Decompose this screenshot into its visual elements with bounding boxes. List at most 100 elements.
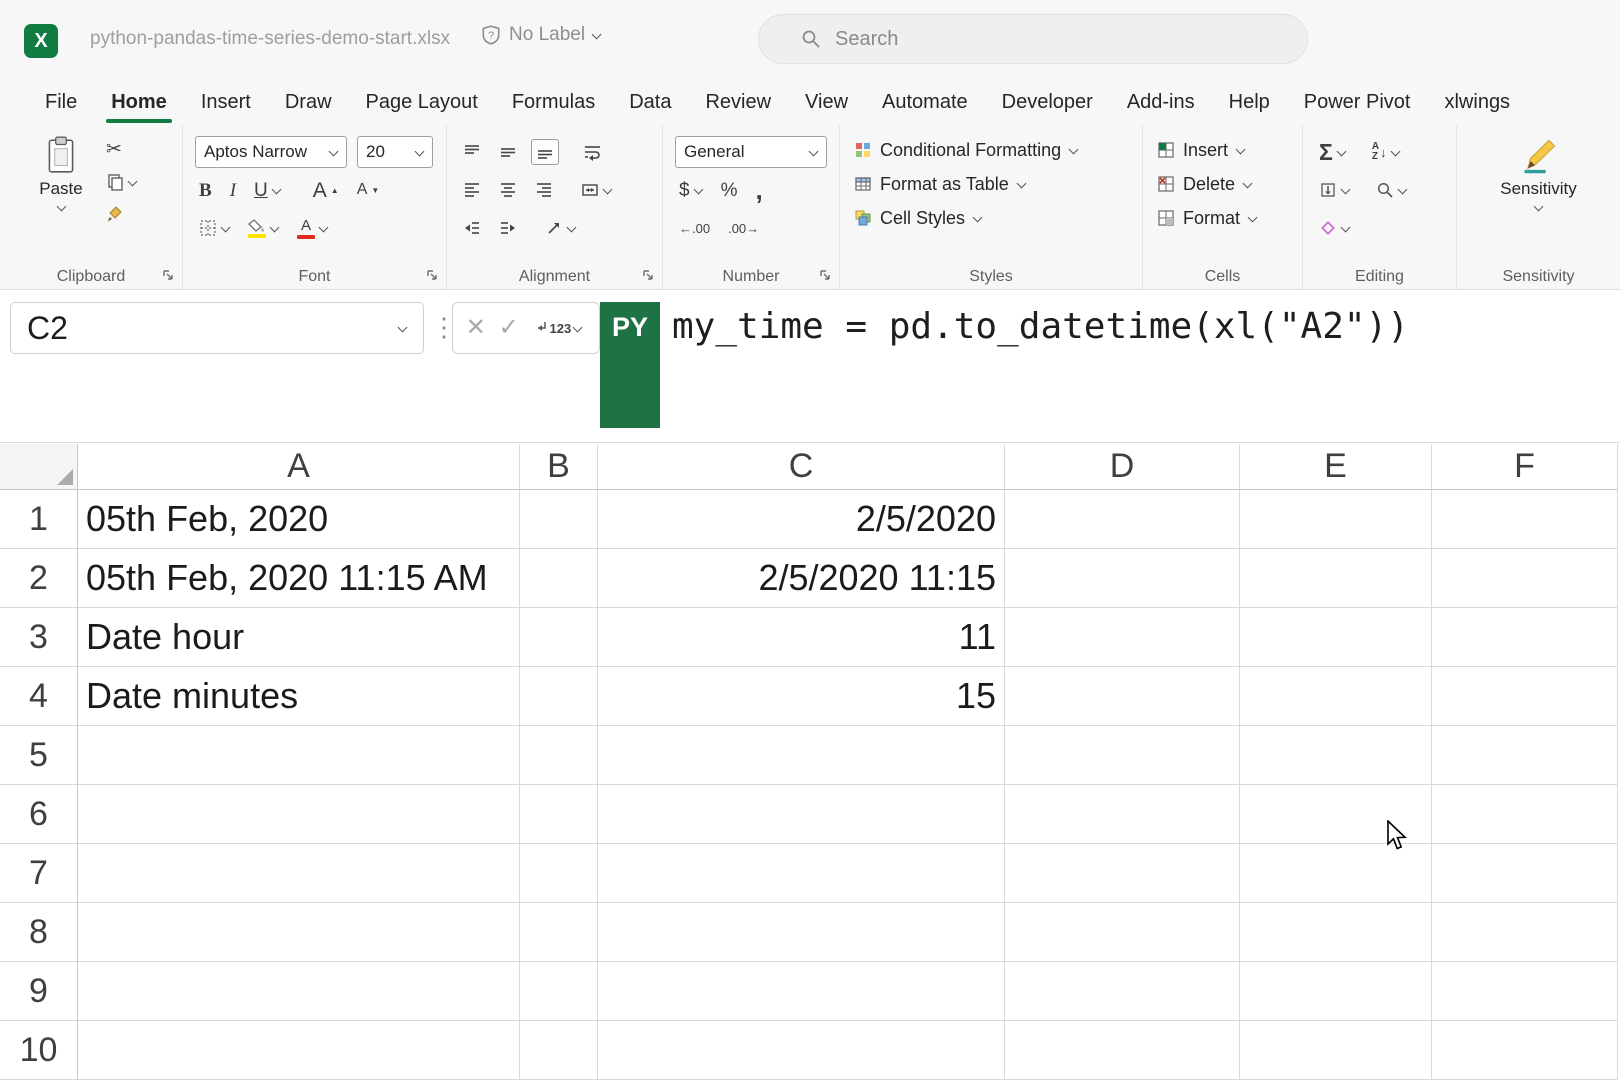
python-output-type-button[interactable]: 123 <box>532 318 587 339</box>
tab-insert[interactable]: Insert <box>184 80 268 125</box>
tab-developer[interactable]: Developer <box>985 80 1110 125</box>
fill-color-button[interactable] <box>244 216 283 241</box>
cell-F4[interactable] <box>1432 667 1618 726</box>
accounting-format-button[interactable]: $ <box>675 178 707 203</box>
cell-C7[interactable] <box>598 844 1005 903</box>
enter-icon[interactable]: ✓ <box>499 316 519 340</box>
fill-button[interactable] <box>1315 178 1354 202</box>
cell-F9[interactable] <box>1432 962 1618 1021</box>
cell-C3[interactable]: 11 <box>598 608 1005 667</box>
cancel-icon[interactable]: ✕ <box>466 316 486 340</box>
cell-E9[interactable] <box>1240 962 1432 1021</box>
cell-B8[interactable] <box>520 903 598 962</box>
row-header-6[interactable]: 6 <box>0 785 78 844</box>
cell-C5[interactable] <box>598 726 1005 785</box>
cell-A8[interactable] <box>78 903 520 962</box>
delete-cells-button[interactable]: Delete <box>1143 167 1302 201</box>
cell-A1[interactable]: 05th Feb, 2020 <box>78 490 520 549</box>
merge-center-button[interactable] <box>577 178 616 202</box>
borders-button[interactable] <box>195 216 234 240</box>
tab-add-ins[interactable]: Add-ins <box>1110 80 1212 125</box>
format-painter-button[interactable] <box>102 202 141 226</box>
cell-E3[interactable] <box>1240 608 1432 667</box>
orientation-button[interactable] <box>541 216 580 240</box>
cell-B10[interactable] <box>520 1021 598 1080</box>
cell-D10[interactable] <box>1005 1021 1240 1080</box>
percent-style-button[interactable]: % <box>717 178 742 203</box>
tab-home[interactable]: Home <box>94 80 184 125</box>
bold-button[interactable]: B <box>195 178 216 203</box>
alignment-dialog-launcher[interactable] <box>642 269 655 282</box>
cell-B1[interactable] <box>520 490 598 549</box>
tab-review[interactable]: Review <box>688 80 788 125</box>
format-cells-button[interactable]: Format <box>1143 201 1302 235</box>
cell-B2[interactable] <box>520 549 598 608</box>
cell-B7[interactable] <box>520 844 598 903</box>
cell-A5[interactable] <box>78 726 520 785</box>
increase-indent-button[interactable] <box>495 216 521 240</box>
increase-decimal-button[interactable]: ←.00 <box>675 218 714 239</box>
align-center-button[interactable] <box>495 178 521 202</box>
cell-A6[interactable] <box>78 785 520 844</box>
number-format-combo[interactable]: General <box>675 136 827 168</box>
row-header-10[interactable]: 10 <box>0 1021 78 1080</box>
cell-F1[interactable] <box>1432 490 1618 549</box>
cell-D9[interactable] <box>1005 962 1240 1021</box>
format-as-table-button[interactable]: Format as Table <box>840 167 1142 201</box>
tab-data[interactable]: Data <box>612 80 688 125</box>
cell-D8[interactable] <box>1005 903 1240 962</box>
find-select-button[interactable] <box>1372 178 1411 202</box>
cell-A7[interactable] <box>78 844 520 903</box>
autosum-button[interactable]: Σ <box>1315 138 1350 167</box>
row-header-3[interactable]: 3 <box>0 608 78 667</box>
align-right-button[interactable] <box>531 178 557 202</box>
tab-xlwings[interactable]: xlwings <box>1427 80 1527 125</box>
tab-formulas[interactable]: Formulas <box>495 80 612 125</box>
wrap-text-button[interactable] <box>579 140 606 164</box>
row-header-8[interactable]: 8 <box>0 903 78 962</box>
cell-A9[interactable] <box>78 962 520 1021</box>
tab-automate[interactable]: Automate <box>865 80 985 125</box>
cell-C1[interactable]: 2/5/2020 <box>598 490 1005 549</box>
cell-E1[interactable] <box>1240 490 1432 549</box>
cell-C2[interactable]: 2/5/2020 11:15 <box>598 549 1005 608</box>
number-dialog-launcher[interactable] <box>819 269 832 282</box>
tab-draw[interactable]: Draw <box>268 80 349 125</box>
sort-filter-button[interactable]: AZ ↓ <box>1368 139 1404 165</box>
decrease-font-size-button[interactable]: A ▼ <box>353 179 384 201</box>
cell-E8[interactable] <box>1240 903 1432 962</box>
cell-D3[interactable] <box>1005 608 1240 667</box>
font-dialog-launcher[interactable] <box>426 269 439 282</box>
column-header-C[interactable]: C <box>598 444 1005 490</box>
decrease-decimal-button[interactable]: .00→ <box>724 218 763 239</box>
cell-E4[interactable] <box>1240 667 1432 726</box>
cell-C4[interactable]: 15 <box>598 667 1005 726</box>
cell-A2[interactable]: 05th Feb, 2020 11:15 AM <box>78 549 520 608</box>
align-middle-button[interactable] <box>495 140 521 164</box>
row-header-4[interactable]: 4 <box>0 667 78 726</box>
clear-button[interactable] <box>1315 216 1354 240</box>
cell-C10[interactable] <box>598 1021 1005 1080</box>
search-box[interactable]: Search <box>758 14 1308 64</box>
cell-B3[interactable] <box>520 608 598 667</box>
font-size-combo[interactable]: 20 <box>357 136 433 168</box>
cell-F6[interactable] <box>1432 785 1618 844</box>
cell-D4[interactable] <box>1005 667 1240 726</box>
font-name-combo[interactable]: Aptos Narrow <box>195 136 347 168</box>
excel-app-icon[interactable]: X <box>24 24 58 58</box>
cell-D1[interactable] <box>1005 490 1240 549</box>
tab-power-pivot[interactable]: Power Pivot <box>1287 80 1428 125</box>
column-header-A[interactable]: A <box>78 444 520 490</box>
row-header-7[interactable]: 7 <box>0 844 78 903</box>
cell-F8[interactable] <box>1432 903 1618 962</box>
cell-B6[interactable] <box>520 785 598 844</box>
font-color-button[interactable]: A <box>293 215 332 242</box>
align-left-button[interactable] <box>459 178 485 202</box>
cell-B5[interactable] <box>520 726 598 785</box>
row-header-5[interactable]: 5 <box>0 726 78 785</box>
cell-D7[interactable] <box>1005 844 1240 903</box>
cell-C8[interactable] <box>598 903 1005 962</box>
row-header-1[interactable]: 1 <box>0 490 78 549</box>
conditional-formatting-button[interactable]: Conditional Formatting <box>840 133 1142 167</box>
cell-B9[interactable] <box>520 962 598 1021</box>
